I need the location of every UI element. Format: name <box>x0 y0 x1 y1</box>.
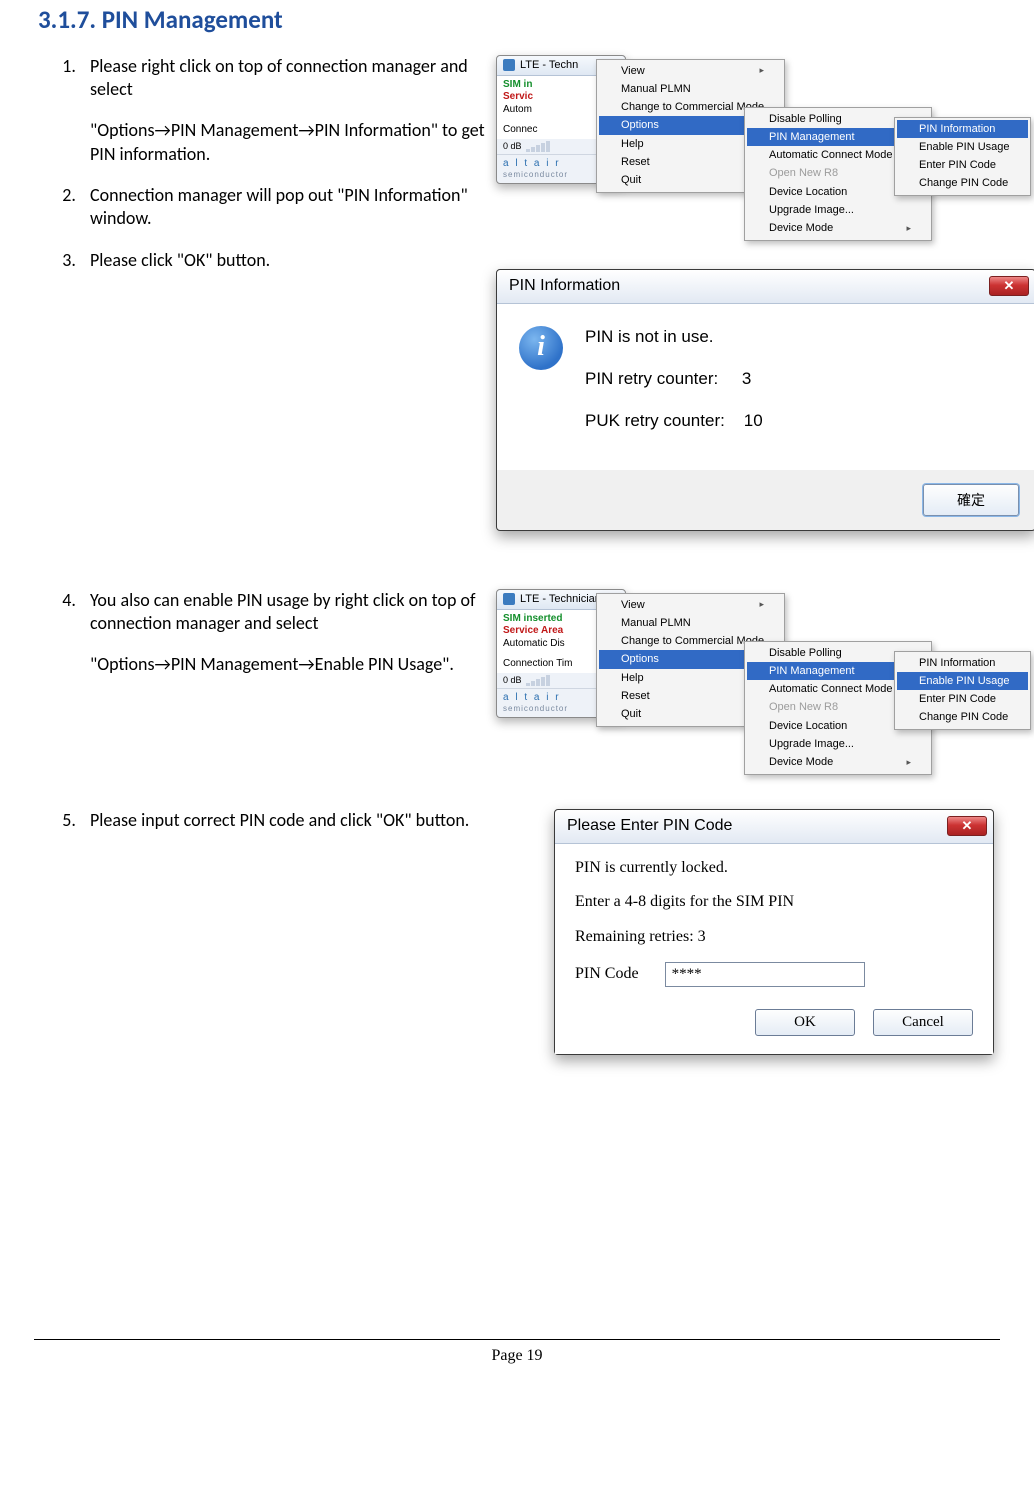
menu-item-device-mode[interactable]: Device Mode <box>747 753 929 771</box>
pin-instruction-line: Enter a 4-8 digits for the SIM PIN <box>575 892 973 913</box>
puk-retry-label: PUK retry counter: <box>585 411 725 430</box>
page-footer: Page 19 <box>34 1339 1000 1367</box>
menu-item-view[interactable]: View <box>599 596 782 614</box>
close-icon[interactable]: ✕ <box>947 816 987 836</box>
dialog-title-bar[interactable]: Please Enter PIN Code ✕ <box>555 810 993 844</box>
menu-item-upgrade-image-[interactable]: Upgrade Image... <box>747 201 929 219</box>
pin-retry-line: PIN retry counter: 3 <box>585 368 763 390</box>
step-4-text-b: "Options→PIN Management→Enable PIN Usage… <box>90 653 494 676</box>
dialog-body: PIN is currently locked. Enter a 4-8 dig… <box>555 844 993 1054</box>
steps-list-3: Please input correct PIN code and click … <box>34 809 494 850</box>
step-1-text-a: Please right click on top of connection … <box>90 55 494 102</box>
page-number: Page 19 <box>491 1347 542 1364</box>
context-menu-level-3[interactable]: PIN InformationEnable PIN UsageEnter PIN… <box>894 651 1031 730</box>
info-icon: i <box>519 326 563 370</box>
menu-item-view[interactable]: View <box>599 62 782 80</box>
db-label: 0 dB <box>503 675 522 687</box>
menu-item-pin-information[interactable]: PIN Information <box>897 654 1028 672</box>
menu-item-enter-pin-code[interactable]: Enter PIN Code <box>897 690 1028 708</box>
step-2-text: Connection manager will pop out "PIN Inf… <box>90 184 494 231</box>
dialog-title-text: PIN Information <box>509 276 979 297</box>
pin-code-input[interactable] <box>665 962 865 987</box>
section-title-text: PIN Management <box>102 4 283 35</box>
step-5-text: Please input correct PIN code and click … <box>90 809 494 832</box>
menu-item-manual-plmn[interactable]: Manual PLMN <box>599 80 782 98</box>
step-4: You also can enable PIN usage by right c… <box>80 589 494 677</box>
pin-retry-value: 3 <box>742 369 751 388</box>
app-icon <box>503 593 515 605</box>
menu-item-change-pin-code[interactable]: Change PIN Code <box>897 174 1028 192</box>
enter-pin-dialog: Please Enter PIN Code ✕ PIN is currently… <box>554 809 994 1055</box>
steps-list-1: Please right click on top of connection … <box>34 55 494 291</box>
dialog-body: i PIN is not in use. PIN retry counter: … <box>497 304 1034 470</box>
steps-list-2: You also can enable PIN usage by right c… <box>34 589 494 695</box>
step-4-text-a: You also can enable PIN usage by right c… <box>90 589 494 636</box>
ok-button[interactable]: OK <box>755 1009 855 1036</box>
section-heading: 3.1.7. PIN Management <box>34 0 1000 37</box>
dialog-button-row: OK Cancel <box>575 1009 973 1036</box>
pin-retry-label: PIN retry counter: <box>585 369 718 388</box>
menu-item-enable-pin-usage[interactable]: Enable PIN Usage <box>897 672 1028 690</box>
step-1: Please right click on top of connection … <box>80 55 494 167</box>
context-menu-cascade-2: LTE - Technician PSIM insertedService Ar… <box>496 589 1000 799</box>
close-icon[interactable]: ✕ <box>989 276 1029 296</box>
enter-pin-dialog-wrap: Please Enter PIN Code ✕ PIN is currently… <box>494 809 1000 1099</box>
app-icon <box>503 59 515 71</box>
pin-code-row: PIN Code <box>575 962 973 987</box>
pin-code-label: PIN Code <box>575 964 639 985</box>
menu-item-manual-plmn[interactable]: Manual PLMN <box>599 614 782 632</box>
menu-item-enter-pin-code[interactable]: Enter PIN Code <box>897 156 1028 174</box>
cancel-button[interactable]: Cancel <box>873 1009 973 1036</box>
step-1-text-b: "Options→PIN Management→PIN Information"… <box>90 119 494 166</box>
context-menu-level-3[interactable]: PIN InformationEnable PIN UsageEnter PIN… <box>894 117 1031 196</box>
puk-retry-line: PUK retry counter: 10 <box>585 410 763 432</box>
step-3: Please click "OK" button. <box>80 249 494 272</box>
context-menu-cascade-1: LTE - TechnSIM inServicAutomConnec0 dBa … <box>496 55 1000 265</box>
pin-information-dialog-wrap: PIN Information ✕ i PIN is not in use. P… <box>496 269 1000 579</box>
ok-button[interactable]: 確定 <box>923 484 1019 516</box>
pin-status-line: PIN is not in use. <box>585 326 763 348</box>
step-3-text: Please click "OK" button. <box>90 249 494 272</box>
db-label: 0 dB <box>503 141 522 153</box>
dialog-lines: PIN is not in use. PIN retry counter: 3 … <box>585 326 763 452</box>
menu-item-device-mode[interactable]: Device Mode <box>747 219 929 237</box>
dialog-footer: 確定 <box>497 470 1034 530</box>
step-5: Please input correct PIN code and click … <box>80 809 494 832</box>
menu-item-change-pin-code[interactable]: Change PIN Code <box>897 708 1028 726</box>
section-number: 3.1.7. <box>38 4 96 35</box>
dialog-title-bar[interactable]: PIN Information ✕ <box>497 270 1034 304</box>
dialog-title-text: Please Enter PIN Code <box>567 816 937 837</box>
puk-retry-value: 10 <box>744 411 763 430</box>
pin-locked-line: PIN is currently locked. <box>575 858 973 879</box>
menu-item-pin-information[interactable]: PIN Information <box>897 120 1028 138</box>
menu-item-upgrade-image-[interactable]: Upgrade Image... <box>747 735 929 753</box>
menu-item-enable-pin-usage[interactable]: Enable PIN Usage <box>897 138 1028 156</box>
step-2: Connection manager will pop out "PIN Inf… <box>80 184 494 231</box>
pin-information-dialog: PIN Information ✕ i PIN is not in use. P… <box>496 269 1034 531</box>
remaining-retries-line: Remaining retries: 3 <box>575 927 973 948</box>
